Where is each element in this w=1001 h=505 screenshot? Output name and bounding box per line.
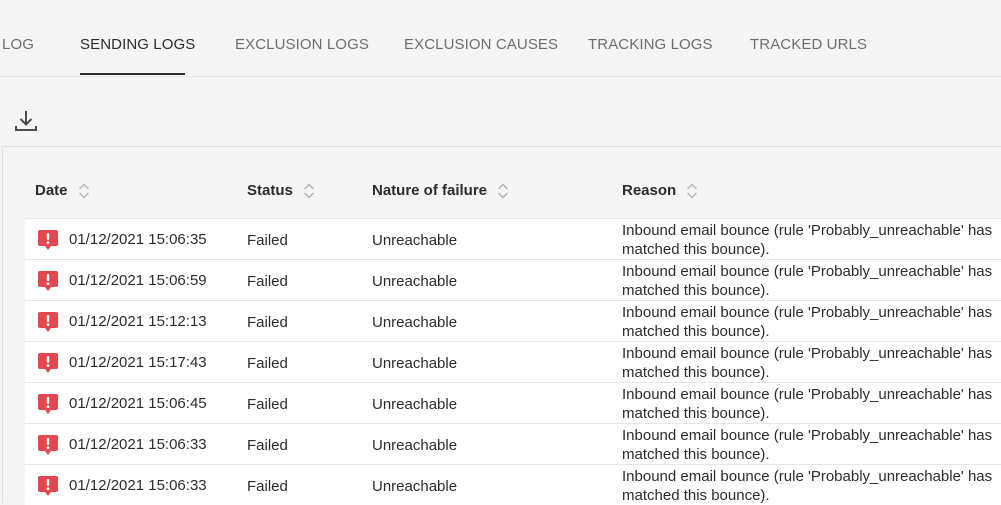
tab-tracking-logs[interactable]: TRACKING LOGS — [588, 36, 713, 53]
tab-exclusion-logs[interactable]: EXCLUSION LOGS — [235, 36, 369, 53]
sort-icon[interactable] — [78, 183, 90, 199]
cell-nature-of-failure: Unreachable — [372, 314, 458, 331]
column-header-nature-of-failure[interactable]: Nature of failure — [372, 182, 509, 199]
cell-nature-of-failure: Unreachable — [372, 478, 458, 495]
cell-reason: Inbound email bounce (rule 'Probably_unr… — [622, 345, 993, 381]
table-row[interactable]: 01/12/2021 15:06:33 Failed Unreachable I… — [25, 464, 1001, 505]
download-icon[interactable] — [14, 108, 38, 134]
sort-icon[interactable] — [497, 183, 509, 199]
tab-sending-logs[interactable]: SENDING LOGS — [80, 36, 195, 53]
table-header: Date Status Nature of failure Reason — [3, 147, 1001, 217]
cell-reason: Inbound email bounce (rule 'Probably_unr… — [622, 427, 993, 463]
sort-icon[interactable] — [303, 183, 315, 199]
tab-bar: LOG SENDING LOGS EXCLUSION LOGS EXCLUSIO… — [0, 0, 1001, 77]
cell-date: 01/12/2021 15:12:13 — [69, 313, 207, 330]
cell-reason: Inbound email bounce (rule 'Probably_unr… — [622, 304, 993, 340]
sort-icon[interactable] — [686, 183, 698, 199]
sending-logs-table: Date Status Nature of failure Reason 01/… — [2, 146, 1001, 505]
cell-reason: Inbound email bounce (rule 'Probably_unr… — [622, 468, 993, 504]
table-row[interactable]: 01/12/2021 15:06:33 Failed Unreachable I… — [25, 423, 1001, 464]
cell-date: 01/12/2021 15:06:45 — [69, 395, 207, 412]
table-row[interactable]: 01/12/2021 15:06:45 Failed Unreachable I… — [25, 382, 1001, 423]
table-row[interactable]: 01/12/2021 15:17:43 Failed Unreachable I… — [25, 341, 1001, 382]
cell-date: 01/12/2021 15:06:33 — [69, 436, 207, 453]
alert-icon — [37, 393, 59, 415]
cell-status: Failed — [247, 273, 288, 290]
cell-nature-of-failure: Unreachable — [372, 232, 458, 249]
cell-date: 01/12/2021 15:17:43 — [69, 354, 207, 371]
tab-log[interactable]: LOG — [2, 36, 34, 53]
cell-status: Failed — [247, 314, 288, 331]
cell-nature-of-failure: Unreachable — [372, 437, 458, 454]
cell-reason: Inbound email bounce (rule 'Probably_unr… — [622, 263, 993, 299]
table-row[interactable]: 01/12/2021 15:12:13 Failed Unreachable I… — [25, 300, 1001, 341]
cell-date: 01/12/2021 15:06:35 — [69, 231, 207, 248]
cell-reason: Inbound email bounce (rule 'Probably_unr… — [622, 222, 993, 258]
column-header-date[interactable]: Date — [35, 182, 90, 199]
table-row[interactable]: 01/12/2021 15:06:35 Failed Unreachable I… — [25, 218, 1001, 259]
cell-reason: Inbound email bounce (rule 'Probably_unr… — [622, 386, 993, 422]
alert-icon — [37, 229, 59, 251]
alert-icon — [37, 270, 59, 292]
table-row[interactable]: 01/12/2021 15:06:59 Failed Unreachable I… — [25, 259, 1001, 300]
alert-icon — [37, 311, 59, 333]
tab-tracked-urls[interactable]: TRACKED URLS — [750, 36, 867, 53]
active-tab-indicator — [80, 73, 185, 75]
cell-status: Failed — [247, 478, 288, 495]
cell-nature-of-failure: Unreachable — [372, 273, 458, 290]
cell-status: Failed — [247, 396, 288, 413]
alert-icon — [37, 475, 59, 497]
cell-status: Failed — [247, 355, 288, 372]
cell-status: Failed — [247, 437, 288, 454]
cell-date: 01/12/2021 15:06:59 — [69, 272, 207, 289]
tab-exclusion-causes[interactable]: EXCLUSION CAUSES — [404, 36, 558, 53]
column-header-reason[interactable]: Reason — [622, 182, 698, 199]
cell-nature-of-failure: Unreachable — [372, 396, 458, 413]
cell-status: Failed — [247, 232, 288, 249]
cell-date: 01/12/2021 15:06:33 — [69, 477, 207, 494]
cell-nature-of-failure: Unreachable — [372, 355, 458, 372]
column-header-status[interactable]: Status — [247, 182, 315, 199]
alert-icon — [37, 434, 59, 456]
alert-icon — [37, 352, 59, 374]
